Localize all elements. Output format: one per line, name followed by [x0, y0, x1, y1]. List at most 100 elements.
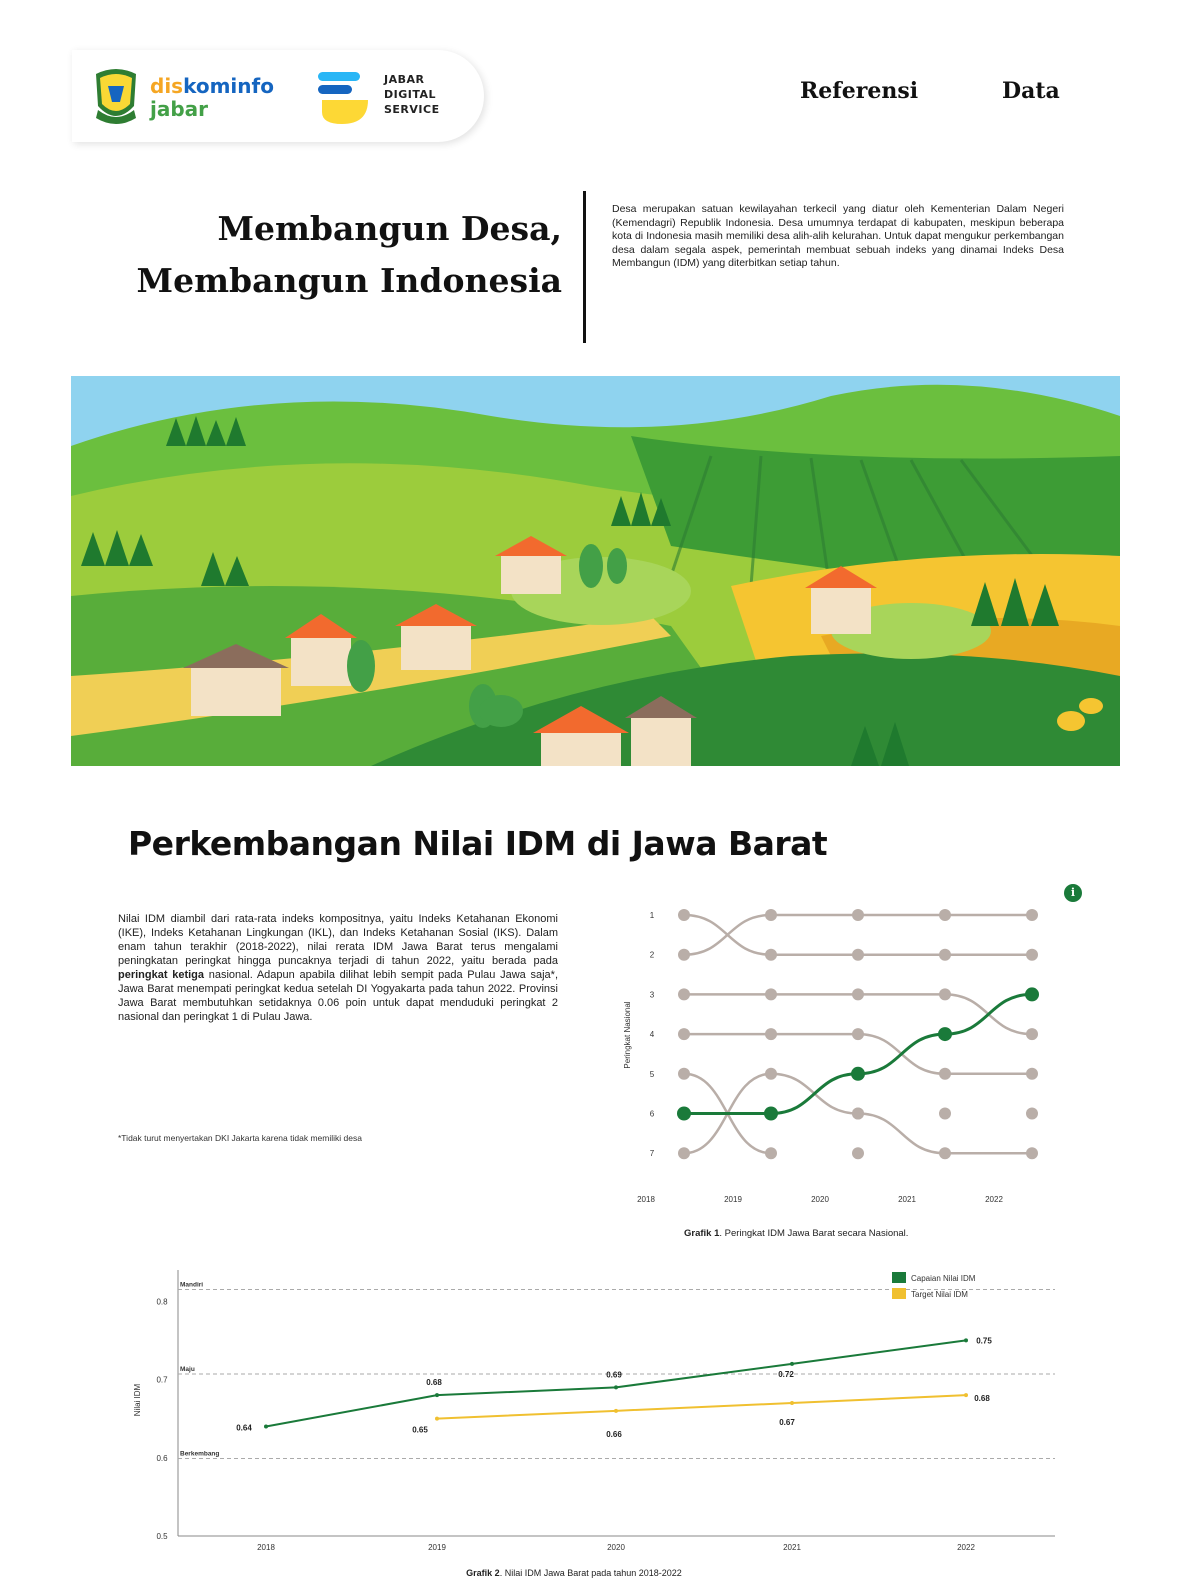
reference-line-label: Mandiri: [180, 1282, 203, 1289]
data-label: 0.67: [779, 1418, 795, 1427]
section-body-text: Nilai IDM diambil dari rata-rata indeks …: [118, 913, 559, 1023]
bump-point: [1026, 1147, 1038, 1160]
bump-point: [678, 1028, 690, 1041]
series-point: [790, 1401, 794, 1405]
bump-point: [678, 1147, 690, 1160]
bump-y-tick-label: 5: [650, 1070, 655, 1079]
bump-point: [1026, 1028, 1038, 1041]
x-tick-label: 2022: [957, 1543, 975, 1552]
bump-x-tick-label: 2019: [724, 1195, 742, 1204]
bump-point: [678, 948, 690, 961]
bump-point: [765, 1028, 777, 1041]
y-tick-label: 0.6: [156, 1454, 168, 1463]
bump-highlight-point: [851, 1066, 865, 1081]
bump-highlight-point: [1025, 987, 1039, 1002]
bump-y-tick-label: 6: [650, 1110, 655, 1119]
bump-x-tick-label: 2021: [898, 1195, 916, 1204]
bump-point: [765, 988, 777, 1001]
bump-point: [852, 1147, 864, 1160]
data-label: 0.65: [412, 1426, 428, 1435]
series-point: [964, 1393, 968, 1398]
village-landscape-illustration: [71, 376, 1120, 766]
bump-y-axis-label: Peringkat Nasional: [623, 1001, 632, 1068]
bump-point: [939, 988, 951, 1001]
x-tick-label: 2020: [607, 1543, 625, 1552]
diskominfo-wordmark: diskominfo: [150, 74, 274, 98]
y-axis-label: Nilai IDM: [133, 1383, 142, 1416]
hero-title-line-2: Membangun Indonesia: [136, 261, 562, 300]
series-point: [435, 1416, 439, 1421]
bump-point: [765, 948, 777, 961]
bump-point: [852, 948, 864, 961]
bump-point: [852, 1028, 864, 1041]
series-line: [265, 1339, 967, 1428]
legend-label: Capaian Nilai IDM: [911, 1274, 976, 1283]
bump-y-tick-label: 4: [650, 1030, 655, 1039]
bump-point: [678, 909, 690, 921]
reference-line-label: Maju: [180, 1366, 195, 1373]
hero-title: Membangun Desa, Membangun Indonesia: [80, 203, 562, 307]
series-point: [614, 1408, 618, 1413]
bump-point: [1026, 1107, 1038, 1120]
bump-point: [765, 1147, 777, 1160]
bump-point: [1026, 909, 1038, 921]
series-point: [264, 1424, 268, 1429]
bump-x-tick-label: 2022: [985, 1195, 1003, 1204]
y-tick-label: 0.5: [156, 1532, 168, 1541]
west-java-emblem-icon: [96, 69, 136, 124]
bump-highlight-point: [764, 1106, 778, 1121]
diskominfo-jabar-text: jabar: [150, 97, 209, 121]
bump-point: [765, 909, 777, 921]
bump-highlight-point: [938, 1027, 952, 1042]
nav-data[interactable]: Data: [1002, 78, 1060, 104]
bump-point: [939, 948, 951, 961]
bump-y-tick-label: 1: [650, 911, 655, 920]
bump-point: [1026, 1067, 1038, 1080]
bump-y-tick-label: 3: [650, 990, 655, 999]
bump-highlight-line: [684, 992, 1033, 1115]
bump-point: [852, 1107, 864, 1120]
data-label: 0.66: [606, 1430, 622, 1439]
nav-referensi[interactable]: Referensi: [800, 78, 918, 104]
bump-point: [1026, 948, 1038, 961]
x-tick-label: 2018: [257, 1543, 275, 1552]
bump-point: [852, 988, 864, 1001]
legend-label: Target Nilai IDM: [911, 1290, 968, 1299]
bump-point: [678, 988, 690, 1001]
y-tick-label: 0.7: [156, 1376, 168, 1385]
bump-x-tick-label: 2018: [637, 1195, 655, 1204]
line-chart-caption: Grafik 2. Nilai IDM Jawa Barat pada tahu…: [466, 1568, 682, 1578]
bump-chart-national-rank: Peringkat Nasional 1 2 3 4 5 6 7 2018 2019 2020 202…: [623, 909, 1039, 1204]
bump-point: [939, 1067, 951, 1080]
jds-wordmark: JABAR DIGITAL SERVICE: [384, 73, 440, 116]
y-tick-label: 0.8: [156, 1297, 168, 1306]
bump-y-tick-label: 7: [650, 1149, 655, 1158]
line-chart-idm-values: Nilai IDM 0.5 0.6 0.7 0.8 2018 2019 2020 2021 202…: [133, 1270, 1055, 1578]
bump-highlight-point: [677, 1106, 691, 1121]
data-label: 0.68: [426, 1378, 442, 1387]
data-label: 0.69: [606, 1370, 622, 1379]
hero-description: Desa merupakan satuan kewilayahan terkec…: [612, 203, 1064, 270]
bump-x-tick-label: 2020: [811, 1195, 829, 1204]
bump-y-tick-label: 2: [650, 951, 655, 960]
bump-point: [939, 909, 951, 921]
data-label: 0.64: [236, 1423, 252, 1432]
series-point: [614, 1385, 618, 1390]
series-point: [790, 1361, 794, 1366]
series-point: [964, 1338, 968, 1343]
series-line: [436, 1394, 967, 1420]
data-label: 0.72: [778, 1370, 794, 1379]
x-tick-label: 2019: [428, 1543, 446, 1552]
bump-point: [678, 1067, 690, 1080]
data-label: 0.75: [976, 1336, 992, 1345]
hero-divider: [583, 191, 586, 343]
section-title: Perkembangan Nilai IDM di Jawa Barat: [128, 824, 828, 863]
jds-emblem-icon: [318, 72, 368, 124]
series-point: [435, 1393, 439, 1398]
footnote: *Tidak turut menyertakan DKI Jakarta kar…: [118, 1133, 362, 1143]
bump-point: [939, 1147, 951, 1160]
legend-swatch: [892, 1272, 906, 1283]
bump-point: [939, 1107, 951, 1120]
bump-point: [765, 1067, 777, 1080]
bump-chart-caption: Grafik 1. Peringkat IDM Jawa Barat secar…: [684, 1228, 909, 1239]
